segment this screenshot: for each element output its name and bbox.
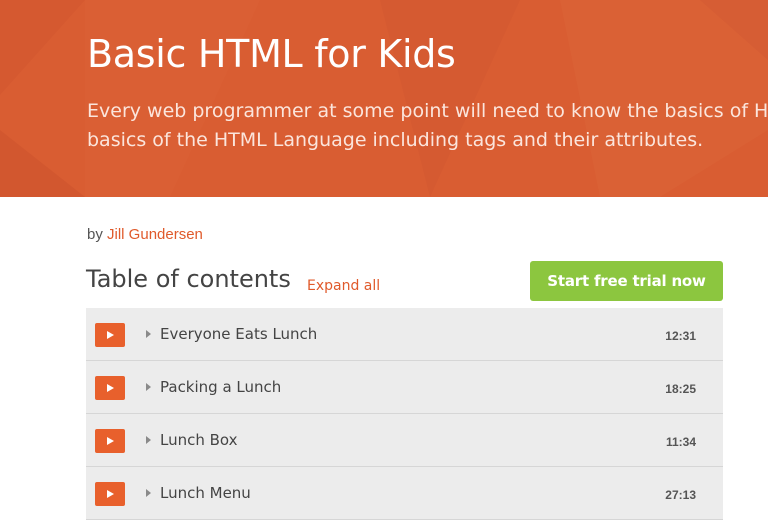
expand-caret-icon[interactable] bbox=[146, 383, 151, 391]
expand-all-link[interactable]: Expand all bbox=[307, 278, 380, 294]
module-duration: 18:25 bbox=[665, 382, 696, 396]
module-title: Everyone Eats Lunch bbox=[160, 325, 318, 343]
toc-module-row[interactable]: Everyone Eats Lunch 12:31 bbox=[86, 308, 723, 361]
module-duration: 27:13 bbox=[665, 488, 696, 502]
toc-module-row[interactable]: Packing a Lunch 18:25 bbox=[86, 361, 723, 414]
author-byline: by Jill Gundersen bbox=[87, 226, 203, 243]
toc-heading: Table of contents bbox=[86, 265, 291, 293]
toc-module-row[interactable]: Lunch Box 11:34 bbox=[86, 414, 723, 467]
module-title: Packing a Lunch bbox=[160, 378, 282, 396]
course-hero: Basic HTML for Kids Every web programmer… bbox=[0, 0, 768, 197]
expand-caret-icon[interactable] bbox=[146, 489, 151, 497]
play-icon[interactable] bbox=[95, 429, 125, 453]
play-icon[interactable] bbox=[95, 323, 125, 347]
play-icon[interactable] bbox=[95, 376, 125, 400]
course-description: Every web programmer at some point will … bbox=[87, 97, 768, 155]
module-duration: 12:31 bbox=[665, 329, 696, 343]
toc-module-row[interactable]: Lunch Menu 27:13 bbox=[86, 467, 723, 520]
byline-prefix: by bbox=[87, 226, 103, 243]
author-link[interactable]: Jill Gundersen bbox=[107, 226, 203, 243]
module-title: Lunch Menu bbox=[160, 484, 251, 502]
start-free-trial-button[interactable]: Start free trial now bbox=[530, 261, 723, 301]
module-duration: 11:34 bbox=[665, 435, 696, 449]
toc-list: Everyone Eats Lunch 12:31 Packing a Lunc… bbox=[86, 308, 723, 520]
module-title: Lunch Box bbox=[160, 431, 238, 449]
expand-caret-icon[interactable] bbox=[146, 330, 151, 338]
course-title: Basic HTML for Kids bbox=[87, 32, 456, 76]
course-description-line: Every web programmer at some point will … bbox=[87, 100, 768, 122]
play-icon[interactable] bbox=[95, 482, 125, 506]
expand-caret-icon[interactable] bbox=[146, 436, 151, 444]
course-description-line: basics of the HTML Language including ta… bbox=[87, 129, 704, 151]
